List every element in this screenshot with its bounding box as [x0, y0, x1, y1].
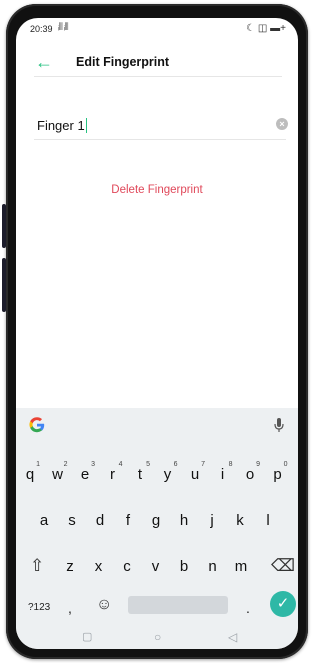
key-s[interactable]: s [58, 512, 86, 529]
key-r[interactable]: r4 [99, 461, 127, 483]
key-t-label: t [137, 466, 143, 483]
key-u-hint: 7 [201, 461, 205, 468]
key-h-label: h [179, 512, 189, 529]
key-c-label: c [123, 558, 131, 575]
key-w-hint: 2 [63, 461, 68, 468]
enter-checkmark-icon[interactable]: ✓ [270, 591, 296, 617]
arrow-left-icon[interactable]: ← [35, 52, 53, 73]
key-k-label: k [236, 512, 244, 529]
key-z[interactable]: z [56, 558, 84, 575]
key-p-hint: 0 [283, 461, 288, 468]
key-m-label: m [234, 558, 248, 575]
key-o[interactable]: o9 [236, 461, 264, 483]
screen: 20:39 ᵢ⦀ ᵢ⦀ ☾ ◫ ▬+ ← Edit Fingerprint Fi… [16, 18, 298, 649]
backspace-icon[interactable]: ⌫ [271, 556, 295, 576]
key-e-label: e [80, 466, 90, 483]
key-b-label: b [179, 558, 189, 575]
google-icon[interactable] [28, 416, 46, 434]
key-v-label: v [151, 558, 160, 575]
key-k[interactable]: k [226, 512, 254, 529]
key-j-label: j [210, 512, 214, 529]
key-n[interactable]: n [199, 558, 227, 575]
key-q[interactable]: q1 [16, 461, 44, 483]
key-w[interactable]: w2 [44, 461, 72, 483]
key-t-hint: 5 [146, 461, 150, 468]
key-f[interactable]: f [114, 512, 142, 529]
recents-icon[interactable]: ▢ [82, 630, 92, 643]
key-p-label: p [273, 466, 282, 483]
signal-icons: ᵢ⦀ ᵢ⦀ [58, 22, 69, 33]
delete-fingerprint-button[interactable]: Delete Fingerprint [16, 184, 298, 196]
key-c[interactable]: c [113, 558, 141, 575]
microphone-icon[interactable] [274, 418, 284, 432]
key-e-hint: 3 [91, 461, 95, 468]
clear-icon[interactable]: × [276, 118, 288, 130]
key-u-label: u [190, 466, 200, 483]
key-w-label: w [52, 466, 63, 483]
key-l-label: l [266, 512, 270, 529]
shift-icon[interactable]: ⇧ [30, 556, 44, 576]
back-icon[interactable]: ◁ [228, 630, 237, 644]
key-r-label: r [110, 466, 115, 483]
key-p[interactable]: p0 [264, 461, 292, 483]
key-d-label: d [95, 512, 105, 529]
key-a[interactable]: a [30, 512, 58, 529]
key-u[interactable]: u7 [181, 461, 209, 483]
key-h[interactable]: h [170, 512, 198, 529]
keyboard: q1w2e3r4t5y6u7i8o9p0 asdfghjkl zxcvbnm ⇧… [16, 408, 298, 649]
period-key[interactable]: . [246, 600, 250, 616]
symbols-key[interactable]: ?123 [28, 602, 50, 613]
key-y-label: y [163, 466, 172, 483]
key-q-label: q [25, 466, 35, 483]
volume-button [2, 204, 6, 248]
space-bar[interactable] [128, 596, 228, 614]
key-m[interactable]: m [227, 558, 255, 575]
key-r-hint: 4 [118, 461, 123, 468]
navigation-bar: ▢ ○ ◁ [16, 626, 298, 648]
key-j[interactable]: j [198, 512, 226, 529]
key-x[interactable]: x [85, 558, 113, 575]
key-t[interactable]: t5 [126, 461, 154, 483]
key-s-label: s [68, 512, 76, 529]
key-y[interactable]: y6 [154, 461, 182, 483]
text-caret [85, 118, 88, 133]
key-i-label: i [220, 466, 225, 483]
status-bar: 20:39 ᵢ⦀ ᵢ⦀ ☾ ◫ ▬+ [16, 18, 298, 40]
home-icon[interactable]: ○ [154, 630, 161, 644]
key-q-hint: 1 [36, 461, 40, 468]
power-button [2, 258, 6, 312]
key-g[interactable]: g [142, 512, 170, 529]
page-title: Edit Fingerprint [76, 55, 170, 69]
field-divider [34, 139, 286, 140]
key-f-label: f [125, 512, 131, 529]
appbar-divider [34, 76, 282, 77]
key-v[interactable]: v [142, 558, 170, 575]
emoji-icon[interactable]: ☺ [96, 596, 112, 614]
key-o-label: o [245, 466, 255, 483]
status-right-icons: ☾ ◫ ▬+ [246, 23, 286, 34]
key-a-label: a [39, 512, 49, 529]
key-x-label: x [94, 558, 103, 575]
key-b[interactable]: b [170, 558, 198, 575]
key-z-label: z [66, 558, 74, 575]
fingerprint-name-input[interactable]: Finger 1 [37, 118, 88, 133]
key-i[interactable]: i8 [209, 461, 237, 483]
fingerprint-name-value: Finger 1 [37, 118, 85, 133]
key-o-hint: 9 [256, 461, 260, 468]
status-time: 20:39 [30, 24, 53, 34]
key-d[interactable]: d [86, 512, 114, 529]
keyboard-toolbar [16, 408, 298, 442]
key-y-hint: 6 [173, 461, 178, 468]
key-i-hint: 8 [228, 461, 233, 468]
key-g-label: g [151, 512, 161, 529]
key-l[interactable]: l [254, 512, 282, 529]
key-e[interactable]: e3 [71, 461, 99, 483]
key-n-label: n [208, 558, 217, 575]
comma-key[interactable]: , [68, 600, 72, 616]
